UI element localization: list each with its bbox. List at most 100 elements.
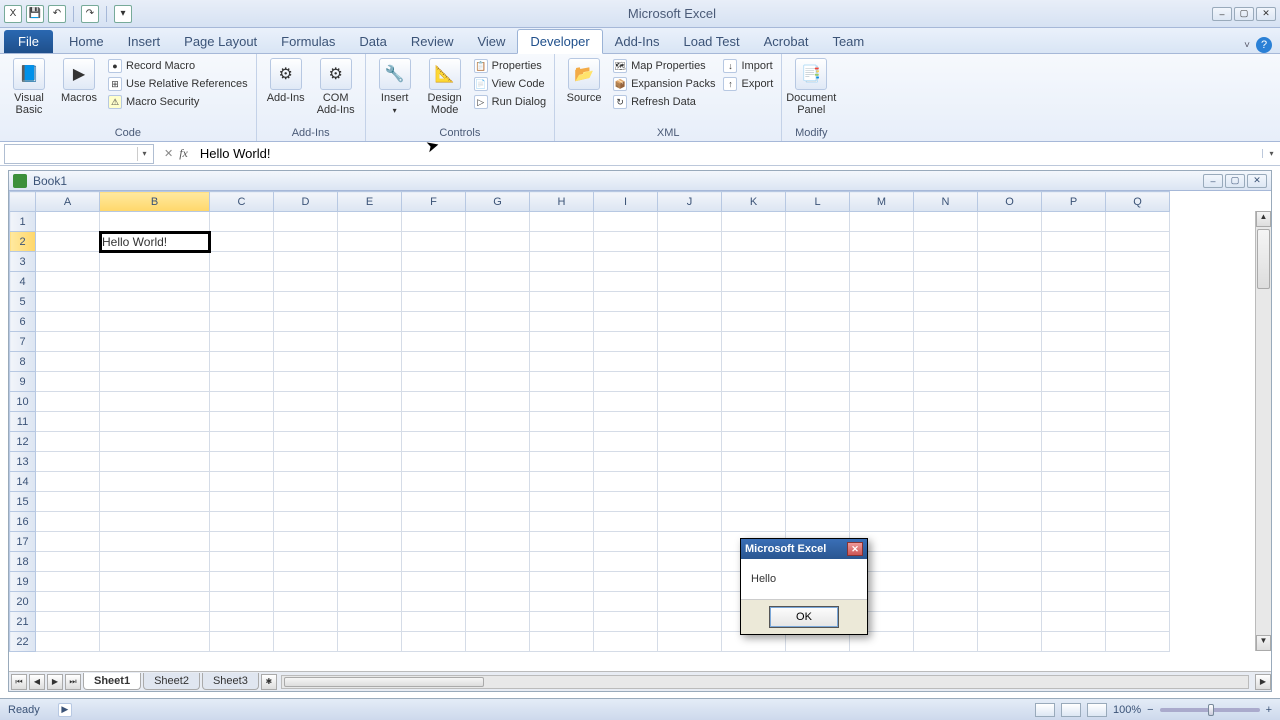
cell-Q18[interactable]: [1106, 552, 1170, 572]
cell-A5[interactable]: [36, 292, 100, 312]
cell-C5[interactable]: [210, 292, 274, 312]
document-panel-button[interactable]: 📑Document Panel: [788, 56, 834, 116]
cell-N12[interactable]: [914, 432, 978, 452]
cell-L3[interactable]: [786, 252, 850, 272]
cell-G14[interactable]: [466, 472, 530, 492]
cell-F1[interactable]: [402, 212, 466, 232]
cell-I16[interactable]: [594, 512, 658, 532]
cell-A18[interactable]: [36, 552, 100, 572]
cell-N6[interactable]: [914, 312, 978, 332]
cell-C11[interactable]: [210, 412, 274, 432]
cell-C4[interactable]: [210, 272, 274, 292]
cell-J10[interactable]: [658, 392, 722, 412]
cell-D14[interactable]: [274, 472, 338, 492]
cell-K9[interactable]: [722, 372, 786, 392]
cell-I20[interactable]: [594, 592, 658, 612]
cell-F4[interactable]: [402, 272, 466, 292]
cell-P7[interactable]: [1042, 332, 1106, 352]
row-header-5[interactable]: 5: [10, 292, 36, 312]
row-header-21[interactable]: 21: [10, 612, 36, 632]
row-header-15[interactable]: 15: [10, 492, 36, 512]
cell-C12[interactable]: [210, 432, 274, 452]
cell-A4[interactable]: [36, 272, 100, 292]
cell-H3[interactable]: [530, 252, 594, 272]
cell-O13[interactable]: [978, 452, 1042, 472]
cell-H21[interactable]: [530, 612, 594, 632]
normal-view-button[interactable]: [1035, 703, 1055, 717]
sheet-nav-last-icon[interactable]: ⏭: [65, 674, 81, 690]
cell-O7[interactable]: [978, 332, 1042, 352]
cell-G11[interactable]: [466, 412, 530, 432]
cell-N11[interactable]: [914, 412, 978, 432]
run-dialog-button[interactable]: ▷Run Dialog: [472, 94, 548, 110]
cell-H14[interactable]: [530, 472, 594, 492]
cell-P9[interactable]: [1042, 372, 1106, 392]
qat-customize-icon[interactable]: ▾: [114, 5, 132, 23]
cell-N5[interactable]: [914, 292, 978, 312]
cell-H20[interactable]: [530, 592, 594, 612]
column-header-Q[interactable]: Q: [1106, 192, 1170, 212]
cell-D21[interactable]: [274, 612, 338, 632]
cell-J7[interactable]: [658, 332, 722, 352]
tab-acrobat[interactable]: Acrobat: [752, 30, 821, 53]
cell-F3[interactable]: [402, 252, 466, 272]
name-box-dropdown-icon[interactable]: ▾: [137, 147, 151, 161]
cell-I14[interactable]: [594, 472, 658, 492]
cell-D18[interactable]: [274, 552, 338, 572]
cell-N16[interactable]: [914, 512, 978, 532]
cell-J9[interactable]: [658, 372, 722, 392]
message-box-close-button[interactable]: ✕: [847, 542, 863, 556]
cell-M9[interactable]: [850, 372, 914, 392]
close-button[interactable]: ✕: [1256, 7, 1276, 21]
cell-B14[interactable]: [100, 472, 210, 492]
cell-M12[interactable]: [850, 432, 914, 452]
cell-P1[interactable]: [1042, 212, 1106, 232]
cell-M14[interactable]: [850, 472, 914, 492]
cell-B1[interactable]: [100, 212, 210, 232]
cell-F20[interactable]: [402, 592, 466, 612]
cell-Q22[interactable]: [1106, 632, 1170, 652]
zoom-level[interactable]: 100%: [1113, 704, 1141, 716]
cell-Q5[interactable]: [1106, 292, 1170, 312]
cell-D9[interactable]: [274, 372, 338, 392]
cell-F19[interactable]: [402, 572, 466, 592]
cell-Q1[interactable]: [1106, 212, 1170, 232]
cell-E19[interactable]: [338, 572, 402, 592]
cell-D5[interactable]: [274, 292, 338, 312]
cell-M16[interactable]: [850, 512, 914, 532]
cell-J1[interactable]: [658, 212, 722, 232]
cell-A7[interactable]: [36, 332, 100, 352]
cell-B6[interactable]: [100, 312, 210, 332]
cell-B13[interactable]: [100, 452, 210, 472]
cell-L7[interactable]: [786, 332, 850, 352]
message-box-title-bar[interactable]: Microsoft Excel ✕: [741, 539, 867, 559]
tab-team[interactable]: Team: [820, 30, 876, 53]
cell-H13[interactable]: [530, 452, 594, 472]
cell-M10[interactable]: [850, 392, 914, 412]
cell-J16[interactable]: [658, 512, 722, 532]
cell-O15[interactable]: [978, 492, 1042, 512]
cell-C7[interactable]: [210, 332, 274, 352]
cell-E4[interactable]: [338, 272, 402, 292]
cell-N20[interactable]: [914, 592, 978, 612]
cell-G5[interactable]: [466, 292, 530, 312]
cell-O21[interactable]: [978, 612, 1042, 632]
cell-I9[interactable]: [594, 372, 658, 392]
column-header-L[interactable]: L: [786, 192, 850, 212]
cell-P12[interactable]: [1042, 432, 1106, 452]
cell-J11[interactable]: [658, 412, 722, 432]
cell-C3[interactable]: [210, 252, 274, 272]
column-header-J[interactable]: J: [658, 192, 722, 212]
cell-F10[interactable]: [402, 392, 466, 412]
cell-I17[interactable]: [594, 532, 658, 552]
cell-B8[interactable]: [100, 352, 210, 372]
column-header-I[interactable]: I: [594, 192, 658, 212]
cell-N17[interactable]: [914, 532, 978, 552]
zoom-out-button[interactable]: −: [1147, 704, 1153, 716]
cell-I2[interactable]: [594, 232, 658, 252]
workbook-close-button[interactable]: ✕: [1247, 174, 1267, 188]
select-all-corner[interactable]: [10, 192, 36, 212]
scroll-up-icon[interactable]: ▲: [1256, 211, 1271, 227]
cell-D3[interactable]: [274, 252, 338, 272]
cell-D1[interactable]: [274, 212, 338, 232]
